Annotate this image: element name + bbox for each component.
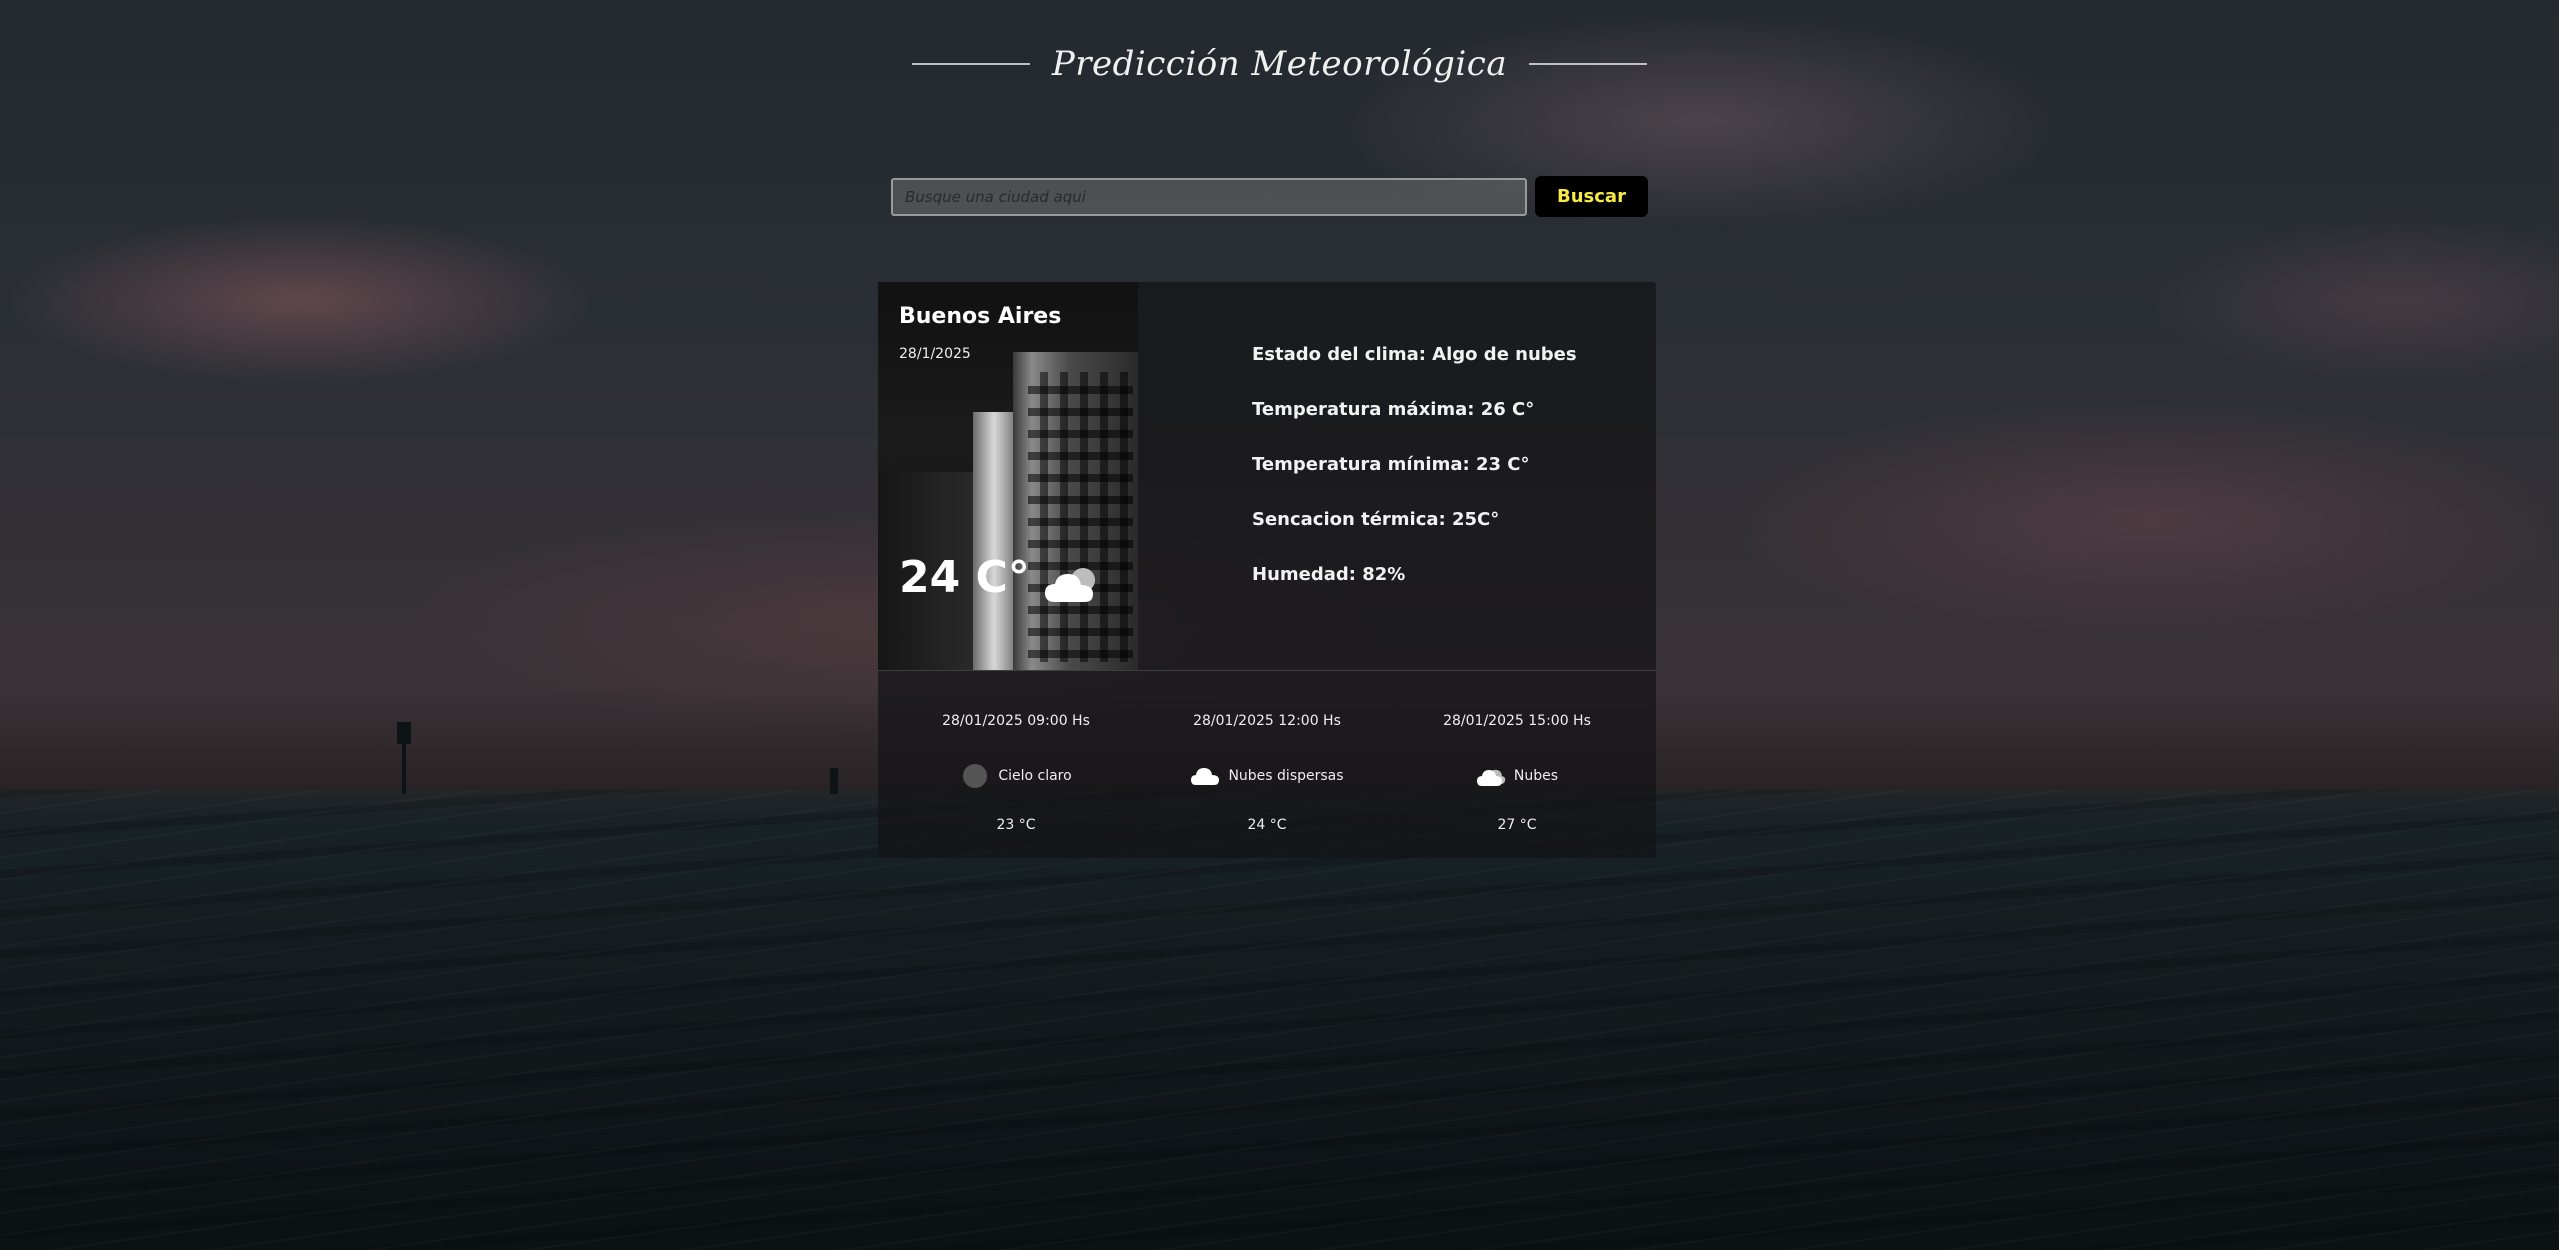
forecast-condition: Cielo claro (891, 763, 1141, 789)
forecast-description: Nubes (1513, 768, 1559, 784)
forecast-description: Nubes dispersas (1228, 768, 1344, 784)
current-temperature: 24 C° (899, 552, 1030, 603)
page-header: Predicción Meteorológica (0, 44, 2559, 84)
detail-min-temp: Temperatura mínima: 23 C° (1252, 454, 1530, 475)
background-post (402, 744, 406, 794)
scattered-clouds-icon (1190, 763, 1220, 789)
background-post (830, 768, 838, 794)
header-right-rule (1529, 63, 1648, 65)
clear-sky-icon (960, 763, 990, 789)
current-date: 28/1/2025 (899, 346, 971, 362)
weather-details: Estado del clima: Algo de nubes Temperat… (1252, 344, 1577, 619)
search-button[interactable]: Buscar (1535, 176, 1648, 217)
background-post (397, 722, 411, 744)
page-title: Predicción Meteorológica (1051, 44, 1508, 84)
search-bar: Buscar (891, 176, 1648, 217)
search-input[interactable] (891, 177, 1527, 216)
cloud-icon (1043, 562, 1101, 606)
city-name: Buenos Aires (899, 304, 1062, 329)
clouds-icon (1476, 763, 1506, 789)
forecast-temperature: 24 °C (1247, 817, 1287, 833)
forecast-description: Cielo claro (998, 768, 1072, 784)
forecast-list: 28/01/2025 09:00 Hs Cielo claro 23 °C 28… (878, 671, 1656, 858)
detail-max-temp: Temperatura máxima: 26 C° (1252, 399, 1535, 420)
detail-humidity: Humedad: 82% (1252, 564, 1406, 585)
forecast-time: 28/01/2025 09:00 Hs (942, 713, 1090, 729)
detail-feels-like: Sencacion térmica: 25C° (1252, 509, 1500, 530)
forecast-time: 28/01/2025 12:00 Hs (1193, 713, 1341, 729)
forecast-condition: Nubes dispersas (1142, 763, 1392, 789)
building-windows (1028, 372, 1133, 662)
building-shape (973, 412, 1015, 670)
forecast-temperature: 23 °C (996, 817, 1036, 833)
weather-card: Buenos Aires 28/1/2025 24 C° Estado del … (878, 282, 1656, 858)
forecast-temperature: 27 °C (1497, 817, 1537, 833)
forecast-condition: Nubes (1392, 763, 1642, 789)
city-photo: Buenos Aires 28/1/2025 24 C° (878, 282, 1138, 670)
detail-condition: Estado del clima: Algo de nubes (1252, 344, 1577, 365)
header-left-rule (911, 63, 1030, 65)
forecast-time: 28/01/2025 15:00 Hs (1443, 713, 1591, 729)
current-weather: Buenos Aires 28/1/2025 24 C° Estado del … (878, 282, 1656, 670)
background-sea (0, 790, 2559, 1250)
